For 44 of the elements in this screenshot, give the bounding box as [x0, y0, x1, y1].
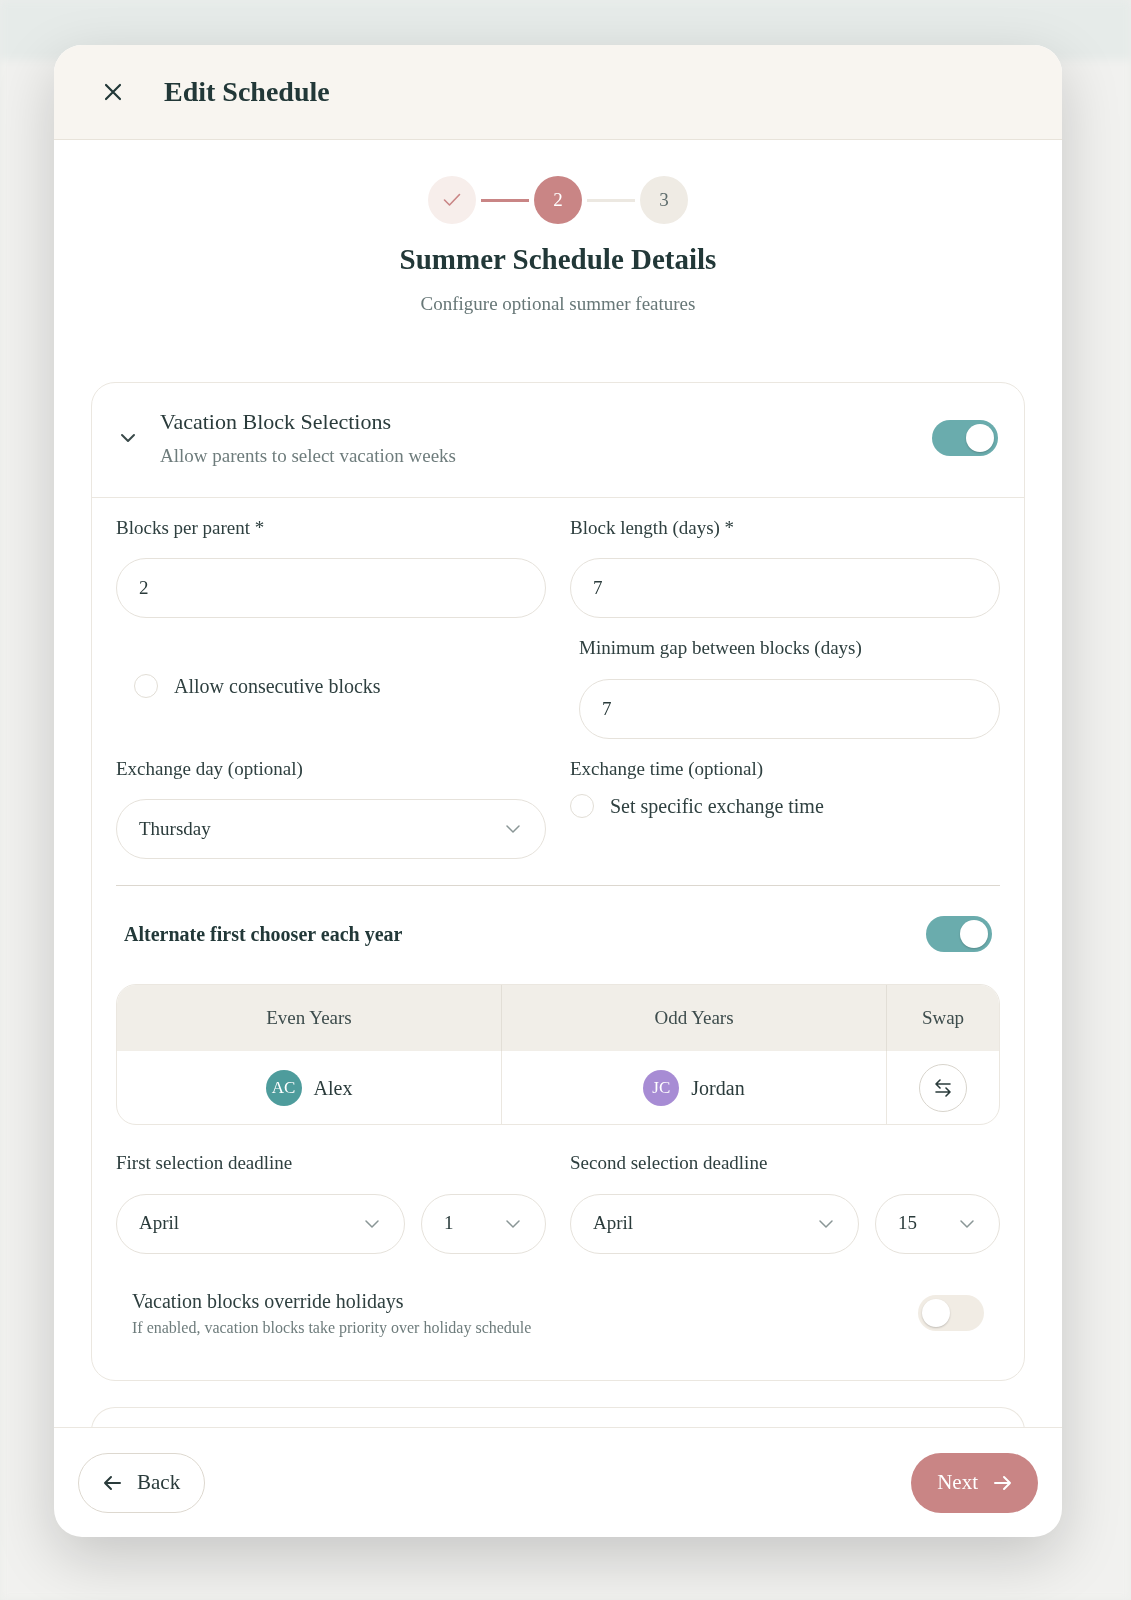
check-icon — [443, 193, 461, 207]
month-select[interactable]: April — [116, 1193, 405, 1254]
parent-name: Alex — [313, 1075, 353, 1101]
day-select[interactable]: 1 — [420, 1193, 546, 1254]
minimum-gap-field[interactable]: 7 — [579, 678, 1000, 739]
step-connector — [481, 198, 529, 202]
toggle-switch[interactable] — [932, 419, 998, 456]
option-label: Set specific exchange time — [610, 794, 824, 820]
blocks-per-parent-field[interactable]: 2 — [116, 558, 546, 618]
month-select[interactable]: April — [570, 1193, 859, 1254]
toggle-switch[interactable] — [926, 916, 992, 952]
step-indicator[interactable]: 3 — [640, 176, 688, 224]
arrow-left-icon — [103, 1474, 121, 1491]
swap-button[interactable] — [919, 1063, 967, 1112]
parent-name: Jordan — [691, 1075, 745, 1101]
column-header: Odd Years — [502, 985, 887, 1051]
step-heading: Summer Schedule Details — [398, 242, 718, 277]
setting-label: Alternate first chooser each year — [124, 922, 403, 948]
swap-arrows-icon — [933, 1078, 953, 1097]
column-header: Even Years — [117, 985, 502, 1051]
blocks-per-parent-label: Blocks per parent * — [116, 515, 266, 540]
exchange-day-select[interactable]: Thursday — [116, 799, 546, 859]
block-length-field[interactable]: 7 — [570, 558, 1000, 618]
toggle-switch[interactable] — [918, 1294, 984, 1331]
day-select[interactable]: 15 — [874, 1193, 1000, 1254]
second-deadline-label: Second selection deadline — [570, 1151, 769, 1175]
avatar: AC — [265, 1069, 302, 1106]
first-deadline-label: First selection deadline — [116, 1151, 294, 1175]
avatar: JC — [643, 1069, 680, 1106]
block-length-label: Block length (days) * — [570, 515, 736, 540]
back-button[interactable]: Back — [78, 1452, 206, 1513]
exchange-day-label: Exchange day (optional) — [116, 756, 304, 781]
section-subtitle: Allow parents to select vacation weeks — [160, 444, 457, 468]
setting-label: Vacation blocks override holidays — [132, 1288, 405, 1315]
step-subheading: Configure optional summer features — [419, 291, 697, 316]
column-header: Swap — [887, 985, 999, 1051]
close-icon[interactable] — [104, 83, 122, 101]
arrow-right-icon — [994, 1474, 1012, 1491]
exchange-time-label: Exchange time (optional) — [570, 756, 765, 781]
option-label: Allow consecutive blocks — [174, 674, 381, 700]
minimum-gap-label: Minimum gap between blocks (days) — [579, 636, 863, 660]
section-title: Vacation Block Selections — [160, 408, 392, 436]
dialog-title: Edit Schedule — [164, 75, 330, 109]
setting-hint: If enabled, vacation blocks take priority over holiday schedule — [132, 1317, 532, 1339]
